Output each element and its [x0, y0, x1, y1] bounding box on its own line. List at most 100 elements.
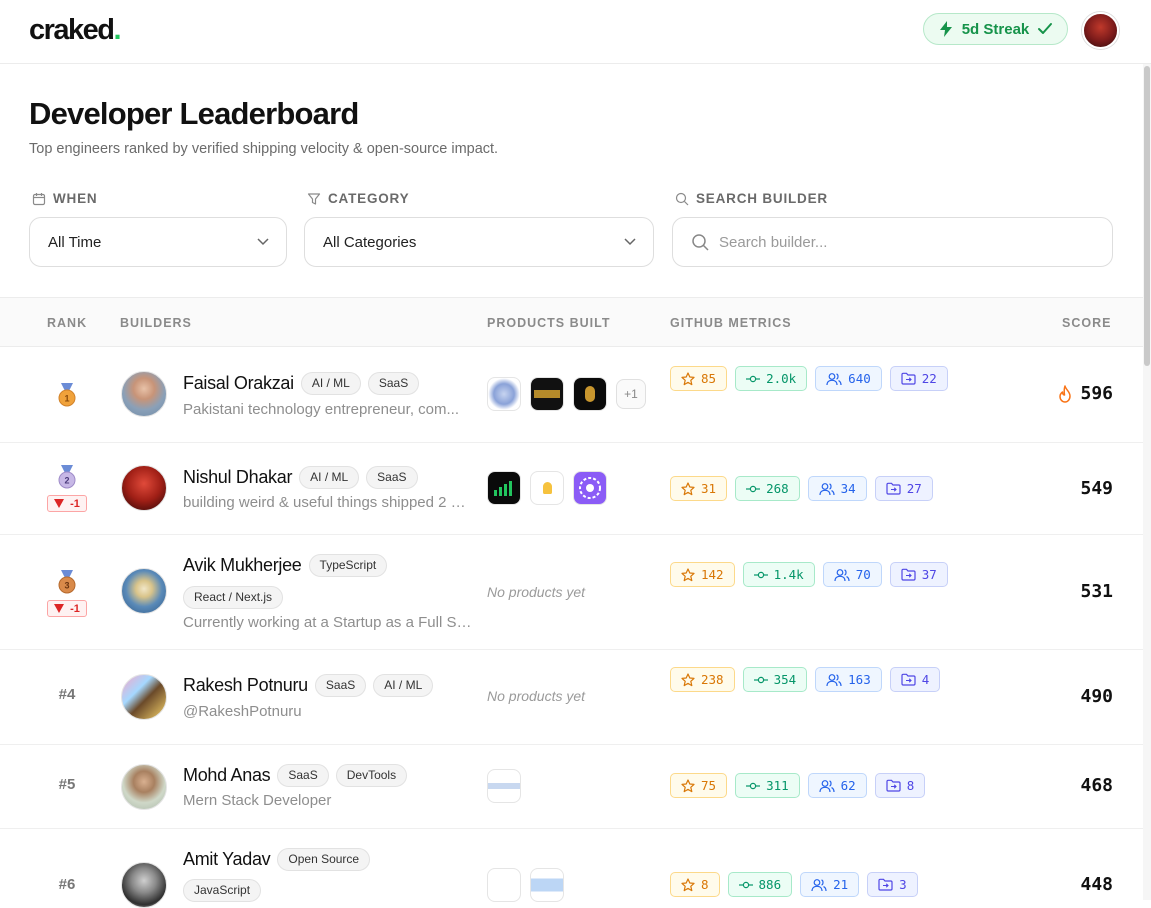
- folder-icon: [901, 673, 916, 686]
- header-builders[interactable]: BUILDERS: [120, 316, 192, 330]
- product-screenshot-thumb[interactable]: [530, 868, 564, 902]
- category-value: All Categories: [323, 233, 417, 251]
- builder-avatar[interactable]: [121, 371, 167, 417]
- commit-icon: [746, 485, 761, 492]
- table-header: RANK BUILDERS PRODUCTS BUILT GITHUB METR…: [0, 297, 1143, 347]
- folder-icon: [878, 878, 893, 891]
- rank-cell: #6: [47, 876, 87, 894]
- folder-icon: [901, 568, 916, 581]
- table-row[interactable]: 3 -1 Avik Mukherjee TypeScript React / N…: [0, 535, 1143, 650]
- scrollbar-thumb[interactable]: [1144, 66, 1150, 366]
- score-value: 531: [1080, 581, 1113, 602]
- search-field[interactable]: [672, 217, 1113, 267]
- star-icon: [681, 481, 695, 495]
- builder-bio: building weird & useful things shipped 2…: [183, 494, 473, 511]
- when-select[interactable]: All Time: [29, 217, 287, 267]
- builder-name[interactable]: Mohd Anas: [183, 765, 271, 786]
- table-row[interactable]: 2 -1 Nishul Dhakar AI / ML SaaS building…: [0, 443, 1143, 535]
- builder-name[interactable]: Rakesh Potnuru: [183, 675, 308, 696]
- builder-avatar[interactable]: [121, 568, 167, 614]
- stars-chip: 75: [670, 773, 728, 798]
- builder-name[interactable]: Faisal Orakzai: [183, 373, 294, 394]
- followers-chip: 62: [807, 773, 867, 798]
- score-cell: 448: [1080, 874, 1113, 895]
- category-label: CATEGORY: [307, 191, 409, 206]
- followers-chip: 640: [815, 366, 882, 391]
- github-metrics: 85 2.0k 640 22: [670, 366, 970, 391]
- users-icon: [826, 673, 842, 686]
- name-line: Faisal Orakzai AI / ML SaaS: [183, 372, 420, 395]
- table-row[interactable]: 1 Faisal Orakzai AI / ML SaaS Pakistani …: [0, 347, 1143, 443]
- products-list: [487, 769, 521, 803]
- builder-bio: Currently working at a Startup as a Full…: [183, 614, 473, 631]
- product-dark-thumb[interactable]: [530, 377, 564, 411]
- followers-chip: 21: [800, 872, 860, 897]
- table-row[interactable]: #4 Rakesh Potnuru SaaS AI / ML @RakeshPo…: [0, 650, 1143, 745]
- medal-number: 1: [64, 394, 69, 404]
- product-logo-thumb[interactable]: [573, 377, 607, 411]
- streak-badge[interactable]: 5d Streak: [923, 13, 1068, 45]
- commit-icon: [738, 881, 753, 888]
- followers-chip: 70: [822, 562, 882, 587]
- search-input[interactable]: [719, 233, 1059, 251]
- product-flower-thumb[interactable]: [573, 471, 607, 505]
- repos-chip: 22: [889, 366, 948, 391]
- user-avatar[interactable]: [1082, 12, 1119, 49]
- tag-badge: JavaScript: [183, 879, 262, 902]
- builder-bio: Pakistani technology entrepreneur, com..…: [183, 401, 459, 418]
- repos-chip: 27: [874, 476, 933, 501]
- product-screenshot-thumb[interactable]: [487, 769, 521, 803]
- search-icon: [692, 234, 709, 251]
- score-cell: 549: [1080, 478, 1113, 499]
- name-line: Nishul Dhakar AI / ML SaaS: [183, 466, 418, 489]
- builder-name[interactable]: Amit Yadav: [183, 849, 271, 870]
- builder-avatar[interactable]: [121, 862, 167, 908]
- table-row[interactable]: #5 Mohd Anas SaaS DevTools Mern Stack De…: [0, 745, 1143, 829]
- top-bar: craked. 5d Streak: [0, 0, 1151, 64]
- product-bulb-thumb[interactable]: [530, 471, 564, 505]
- logo[interactable]: craked.: [29, 14, 121, 47]
- more-products-button[interactable]: +1: [616, 379, 646, 409]
- product-broken-image-thumb[interactable]: [487, 868, 521, 902]
- rank-change-badge: -1: [47, 600, 87, 617]
- commit-icon: [746, 782, 761, 789]
- score-value: 596: [1080, 383, 1113, 404]
- builder-avatar[interactable]: [121, 764, 167, 810]
- folder-icon: [901, 372, 916, 385]
- builder-name[interactable]: Avik Mukherjee: [183, 555, 302, 576]
- commits-chip: 2.0k: [735, 366, 808, 391]
- builder-bio: Mern Stack Developer: [183, 792, 332, 809]
- product-globe-thumb[interactable]: [487, 377, 521, 411]
- when-value: All Time: [48, 233, 102, 251]
- header-products[interactable]: PRODUCTS BUILT: [487, 316, 611, 330]
- table-row[interactable]: #6 Amit Yadav Open Source JavaScript 8 8…: [0, 829, 1143, 908]
- page-subtitle: Top engineers ranked by verified shippin…: [29, 141, 499, 157]
- commit-icon: [746, 375, 761, 382]
- commits-chip: 886: [727, 872, 793, 897]
- page-title: Developer Leaderboard: [29, 96, 359, 131]
- triangle-down-icon: [54, 604, 65, 613]
- tag-badge: Open Source: [277, 848, 371, 871]
- header-github[interactable]: GITHUB METRICS: [670, 316, 792, 330]
- builder-name[interactable]: Nishul Dhakar: [183, 467, 292, 488]
- repos-chip: 8: [874, 773, 926, 798]
- tag-badge: AI / ML: [300, 372, 361, 395]
- product-chart-thumb[interactable]: [487, 471, 521, 505]
- builder-avatar[interactable]: [121, 465, 167, 511]
- products-list: [487, 471, 607, 505]
- users-icon: [819, 482, 835, 495]
- commits-chip: 311: [735, 773, 800, 798]
- chevron-down-icon: [257, 238, 269, 246]
- tag-badge: TypeScript: [308, 554, 388, 577]
- users-icon: [811, 878, 827, 891]
- medal-bronze-icon: 3: [58, 570, 76, 594]
- folder-icon: [886, 482, 901, 495]
- github-metrics: 31 268 34 27: [670, 476, 970, 501]
- builder-avatar[interactable]: [121, 674, 167, 720]
- category-select[interactable]: All Categories: [304, 217, 654, 267]
- commits-chip: 1.4k: [742, 562, 815, 587]
- score-value: 549: [1080, 478, 1113, 499]
- header-rank[interactable]: RANK: [47, 316, 87, 330]
- header-score[interactable]: SCORE: [1062, 316, 1111, 330]
- tag-line: JavaScript: [183, 879, 262, 902]
